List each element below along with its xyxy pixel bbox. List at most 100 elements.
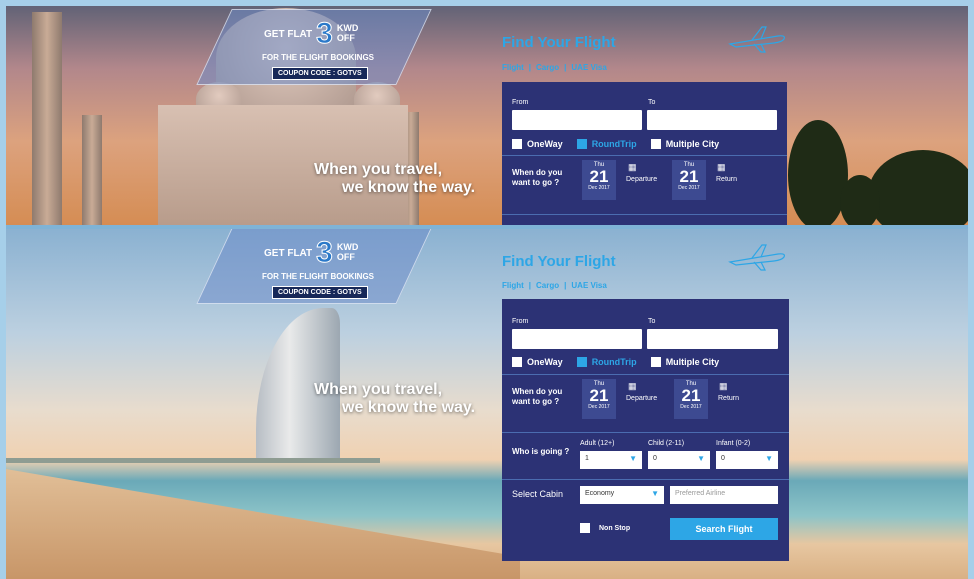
trip-label: OneWay [527,139,563,149]
divider [502,432,789,433]
flight-search-form: From To OneWay RoundTrip Multiple City W… [502,82,787,228]
return-monthyear: Dec 2017 [680,404,702,410]
trip-oneway[interactable]: OneWay [512,139,563,149]
trip-label: RoundTrip [591,139,637,149]
return-monthyear: Dec 2017 [678,185,700,191]
tab-separator: | [528,281,532,290]
promo-subtitle: FOR THE FLIGHT BOOKINGS [262,272,374,281]
frame-border [968,0,974,579]
who-label: Who is going ? [512,447,570,456]
to-label: To [648,99,656,106]
calendar-icon[interactable]: ▦ [717,162,726,173]
tagline-line1: When you travel, [314,381,443,398]
departure-date[interactable]: Thu 21 Dec 2017 [582,379,616,419]
promo-prefix: GET FLAT [264,247,313,259]
trip-multicity[interactable]: Multiple City [650,139,720,149]
tab-separator: | [564,63,567,72]
promo-unit: KWD OFF [336,23,359,44]
departure-label: Departure [626,176,658,183]
checkbox[interactable] [650,357,661,367]
tree-decoration [840,175,880,228]
cabin-select[interactable]: Economy ▼ [580,486,664,504]
trip-label: Multiple City [665,357,720,367]
promo-banner[interactable]: GET FLAT 3 KWD OFF FOR THE FLIGHT BOOKIN… [196,228,432,304]
when-label: When do you want to go ? [512,387,563,407]
promo-banner[interactable]: GET FLAT 3 KWD OFF FOR THE FLIGHT BOOKIN… [196,9,432,85]
tab-separator: | [564,281,567,290]
calendar-icon[interactable]: ▦ [628,162,637,173]
banner-taj: GET FLAT 3 KWD OFF FOR THE FLIGHT BOOKIN… [0,0,974,228]
calendar-icon[interactable]: ▦ [719,381,728,392]
promo-offer: GET FLAT 3 KWD OFF [264,237,359,268]
promo-amount: 3 [316,17,334,50]
from-label: From [512,318,529,325]
child-select[interactable]: 0 ▼ [648,451,710,469]
departure-monthyear: Dec 2017 [588,404,610,410]
calendar-icon[interactable]: ▦ [628,381,637,392]
return-label: Return [718,395,740,402]
tagline-line2: we know the way. [342,399,476,417]
infant-select[interactable]: 0 ▼ [716,451,778,469]
tab-flight[interactable]: Flight [502,63,524,72]
trip-multicity[interactable]: Multiple City [650,357,720,367]
find-flight-title: Find Your Flight [502,253,616,270]
tagline: When you travel, we know the way. [314,381,475,418]
trip-label: Multiple City [665,139,720,149]
return-date[interactable]: Thu 21 Dec 2017 [674,379,708,419]
adult-value: 1 [585,455,589,462]
departure-date[interactable]: Thu 21 Dec 2017 [582,160,616,200]
trip-roundtrip[interactable]: RoundTrip [576,139,637,149]
child-value: 0 [653,455,657,462]
tagline-line1: When you travel, [314,161,443,178]
search-flight-button[interactable]: Search Flight [670,518,778,540]
return-date[interactable]: Thu 21 Dec 2017 [672,160,706,200]
trip-label: OneWay [527,357,563,367]
to-label: To [648,318,656,325]
departure-day: 21 [589,167,609,186]
promo-suffix: OFF [336,33,355,43]
divider [502,155,787,156]
coupon-code: COUPON CODE : GOTVS [272,67,368,80]
search-tabs: Flight | Cargo | UAE Visa [502,281,607,290]
promo-suffix: OFF [336,252,355,262]
return-day: 21 [681,386,701,405]
tagline: When you travel, we know the way. [314,161,475,198]
promo-subtitle: FOR THE FLIGHT BOOKINGS [262,53,374,62]
child-label: Child (2-11) [648,440,685,447]
departure-monthyear: Dec 2017 [588,185,610,191]
to-input[interactable] [647,110,777,130]
tab-cargo[interactable]: Cargo [536,63,559,72]
checkbox[interactable] [650,139,661,149]
minaret-decoration [82,115,102,228]
tab-flight[interactable]: Flight [502,281,524,290]
checkbox[interactable] [512,357,522,367]
search-tabs: Flight | Cargo | UAE Visa [502,63,607,72]
to-input[interactable] [647,329,778,349]
checkbox[interactable] [512,139,522,149]
tagline-line2: we know the way. [342,179,476,197]
trip-roundtrip[interactable]: RoundTrip [576,357,637,367]
adult-label: Adult (12+) [580,440,615,447]
checkbox[interactable] [576,139,587,149]
from-label: From [512,99,529,106]
trip-oneway[interactable]: OneWay [512,357,563,367]
tab-uae-visa[interactable]: UAE Visa [571,281,606,290]
return-label: Return [716,176,738,183]
jetty-decoration [0,458,380,463]
from-input[interactable] [512,329,642,349]
from-input[interactable] [512,110,642,130]
tree-decoration [788,120,848,228]
tab-cargo[interactable]: Cargo [536,281,559,290]
nonstop-label: Non Stop [599,524,631,532]
chevron-down-icon: ▼ [697,454,705,463]
return-day: 21 [679,167,699,186]
tab-uae-visa[interactable]: UAE Visa [571,63,606,72]
departure-label: Departure [626,395,658,402]
adult-select[interactable]: 1 ▼ [580,451,642,469]
nonstop-checkbox[interactable] [580,523,590,533]
frame-border [0,0,6,579]
nonstop-option[interactable]: Non Stop [580,523,630,533]
preferred-airline-input[interactable]: Preferred Airline [670,486,778,504]
checkbox[interactable] [576,357,587,367]
promo-unit: KWD OFF [336,242,359,263]
